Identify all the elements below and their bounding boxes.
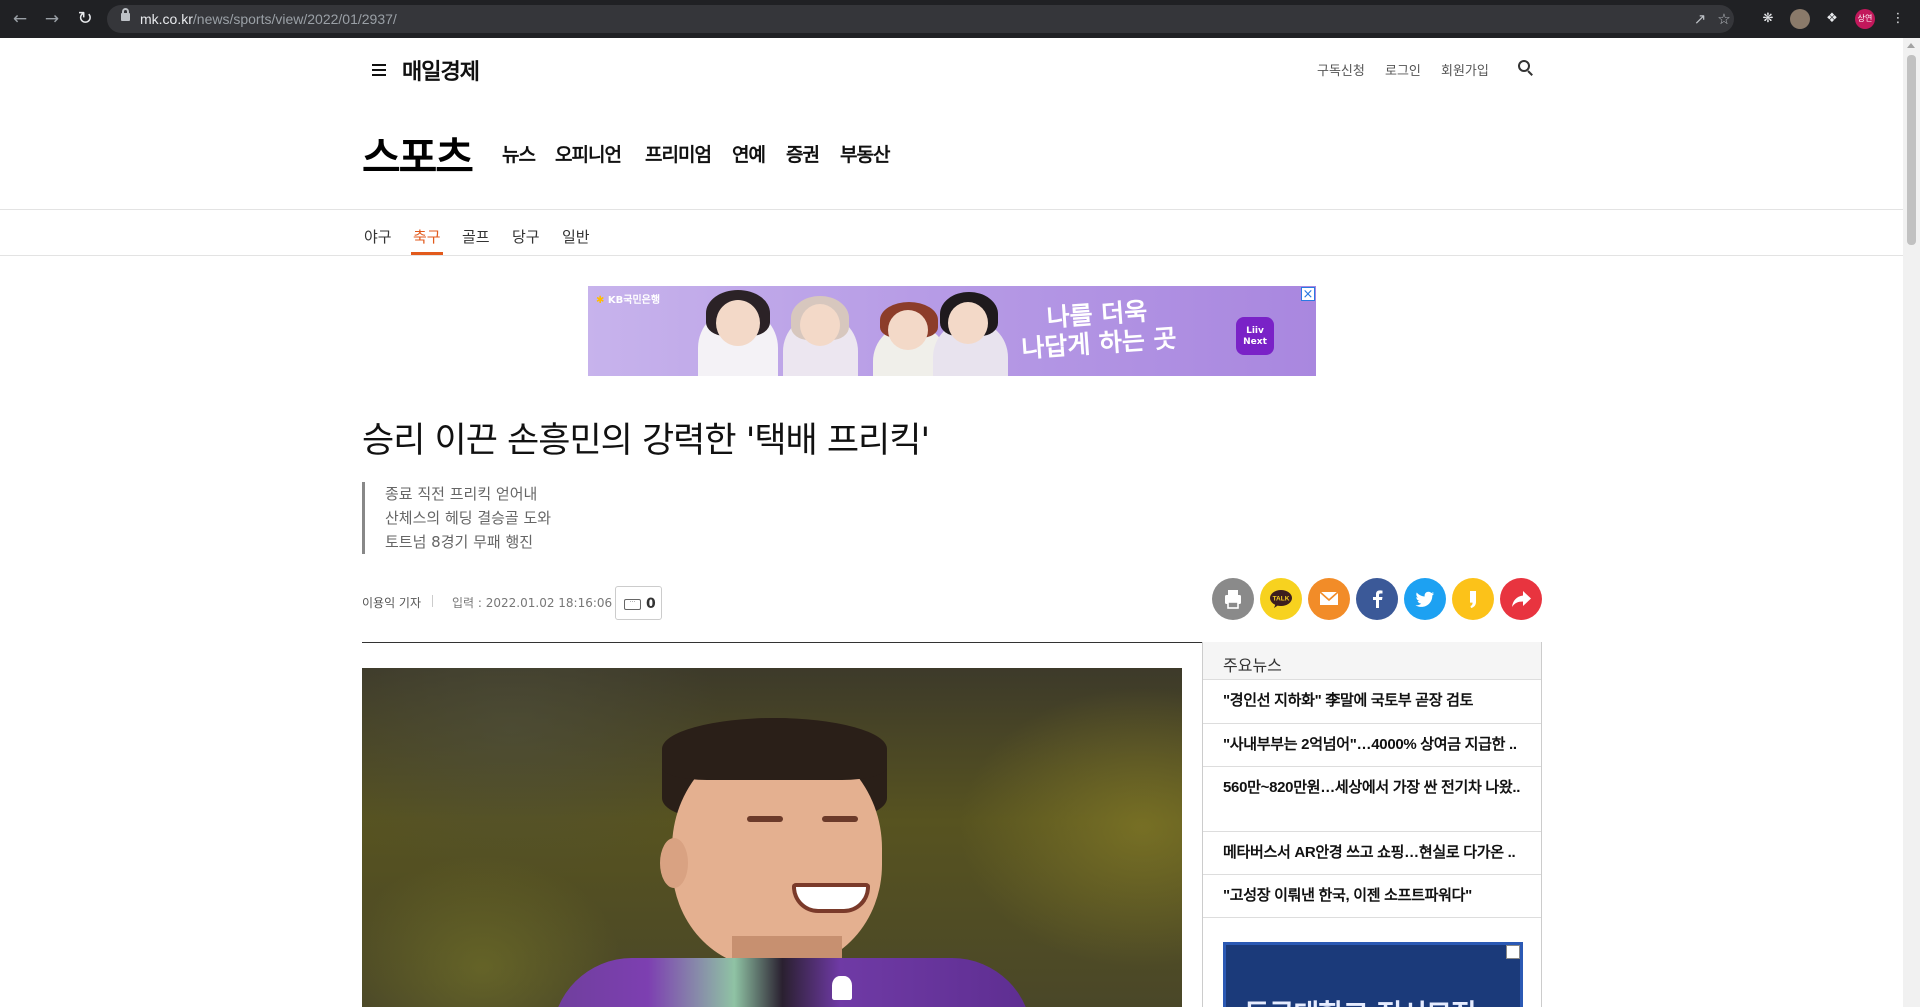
- summary-line: 종료 직전 프리킥 얻어내: [385, 485, 538, 503]
- sidebar-title: 주요뉴스: [1203, 642, 1541, 680]
- extension-avatar-icon[interactable]: [1790, 9, 1810, 29]
- extension-gear-icon[interactable]: ❋: [1758, 9, 1778, 29]
- sidebar-ad-text: 동국대학교 정시모집: [1244, 993, 1477, 1007]
- facebook-share-button[interactable]: [1356, 578, 1398, 620]
- url-text[interactable]: mk.co.kr/news/sports/view/2022/01/2937/: [140, 11, 397, 27]
- twitter-share-button[interactable]: [1404, 578, 1446, 620]
- publish-date: 입력 : 2022.01.02 18:16:06: [452, 596, 613, 610]
- sidebar-advertisement[interactable]: 동국대학교 정시모집: [1223, 942, 1523, 1007]
- news-list: "경인선 지하화" 李말에 국토부 곧장 검토 "사내부부는 2억넘어"…400…: [1203, 680, 1541, 918]
- article-photo: [362, 668, 1182, 1007]
- page-scrollbar[interactable]: [1903, 38, 1920, 1007]
- ad-close-icon[interactable]: [1506, 945, 1520, 959]
- section-nav-stocks[interactable]: 증권: [786, 140, 820, 167]
- kakaostory-icon: [1470, 591, 1476, 608]
- subnav-football[interactable]: 축구: [413, 226, 441, 247]
- news-item[interactable]: "경인선 지하화" 李말에 국토부 곧장 검토: [1203, 680, 1541, 724]
- address-bar[interactable]: mk.co.kr/news/sports/view/2022/01/2937/ …: [107, 5, 1734, 33]
- section-nav-opinion[interactable]: 오피니언: [555, 140, 622, 167]
- scrollbar-thumb[interactable]: [1907, 55, 1916, 245]
- print-icon: [1225, 590, 1241, 609]
- scroll-up-arrow-icon[interactable]: [1907, 43, 1915, 48]
- kakaotalk-share-button[interactable]: TALK: [1260, 578, 1302, 620]
- browser-menu-icon[interactable]: ⋮: [1888, 9, 1908, 29]
- reporter-name[interactable]: 이용익 기자: [362, 594, 421, 611]
- share-icon: [1512, 591, 1531, 607]
- kakaostory-share-button[interactable]: [1452, 578, 1494, 620]
- subscribe-link[interactable]: 구독신청: [1317, 60, 1365, 79]
- global-header: 매일경제 구독신청 로그인 회원가입: [362, 52, 1542, 92]
- summary-line: 토트넘 8경기 무패 행진: [385, 533, 534, 551]
- section-nav-premium[interactable]: 프리미엄: [645, 140, 712, 167]
- kb-bank-logo: ✱ KB국민은행: [596, 295, 661, 306]
- divider: [0, 255, 1903, 256]
- browser-toolbar: ← → ↻ mk.co.kr/news/sports/view/2022/01/…: [0, 0, 1920, 38]
- ad-close-icon[interactable]: ×: [1301, 287, 1315, 302]
- search-icon[interactable]: [1518, 60, 1534, 76]
- print-button[interactable]: [1212, 578, 1254, 620]
- subnav-billiards[interactable]: 당구: [512, 226, 540, 247]
- email-icon: [1319, 591, 1339, 605]
- login-link[interactable]: 로그인: [1385, 60, 1421, 79]
- forward-arrow-icon[interactable]: →: [42, 9, 62, 29]
- hamburger-menu-icon[interactable]: [372, 64, 386, 76]
- svg-text:TALK: TALK: [1273, 596, 1290, 603]
- comment-count: 0: [646, 596, 656, 612]
- main-news-sidebar: 주요뉴스 "경인선 지하화" 李말에 국토부 곧장 검토 "사내부부는 2억넘어…: [1202, 642, 1542, 1007]
- divider: [0, 209, 1903, 210]
- lock-icon[interactable]: [121, 8, 130, 21]
- share-page-icon[interactable]: ↗: [1691, 10, 1709, 28]
- summary-line: 산체스의 헤딩 결승골 도와: [385, 509, 552, 527]
- article-headline: 승리 이끈 손흥민의 강력한 '택배 프리킥': [362, 421, 930, 461]
- subnav-general[interactable]: 일반: [562, 226, 590, 247]
- url-path: /news/sports/view/2022/01/2937/: [192, 11, 397, 27]
- extensions-puzzle-icon[interactable]: ❖: [1822, 9, 1842, 29]
- liiv-next-logo: Liiv Next: [1236, 317, 1274, 355]
- kb-bank-name: KB국민은행: [607, 295, 661, 306]
- subnav-baseball[interactable]: 야구: [364, 226, 392, 247]
- profile-avatar[interactable]: 상연: [1855, 9, 1875, 29]
- comment-count-button[interactable]: ··· 0: [615, 586, 662, 620]
- news-item[interactable]: 560만~820만원…세상에서 가장 싼 전기차 나왔..: [1203, 767, 1541, 832]
- twitter-icon: [1415, 591, 1434, 607]
- kakaotalk-icon: TALK: [1270, 590, 1292, 608]
- share-more-button[interactable]: [1500, 578, 1542, 620]
- section-header: 스포츠 뉴스 오피니언 프리미엄 연예 증권 부동산: [362, 124, 1542, 182]
- section-nav-realestate[interactable]: 부동산: [840, 140, 890, 167]
- email-share-button[interactable]: [1308, 578, 1350, 620]
- bookmark-star-icon[interactable]: ☆: [1715, 10, 1733, 28]
- news-item[interactable]: "사내부부는 2억넘어"…4000% 상여금 지급한 ..: [1203, 724, 1541, 767]
- news-item[interactable]: "고성장 이뤄낸 한국, 이젠 소프트파워다": [1203, 875, 1541, 918]
- reload-icon[interactable]: ↻: [75, 9, 95, 29]
- signup-link[interactable]: 회원가입: [1441, 60, 1489, 79]
- sub-navigation: 야구 축구 골프 당구 일반: [362, 226, 1542, 256]
- article-summary: 종료 직전 프리킥 얻어내 산체스의 헤딩 결승골 도와 토트넘 8경기 무패 …: [362, 482, 551, 554]
- section-nav-news[interactable]: 뉴스: [502, 140, 536, 167]
- subnav-golf[interactable]: 골프: [462, 226, 490, 247]
- url-host: mk.co.kr: [140, 11, 193, 27]
- ad-headline: 나를 더욱 나답게 하는 곳: [1020, 296, 1178, 364]
- section-nav-entertainment[interactable]: 연예: [732, 140, 766, 167]
- facebook-icon: [1373, 590, 1383, 608]
- section-title[interactable]: 스포츠: [362, 124, 474, 185]
- back-arrow-icon[interactable]: ←: [10, 9, 30, 29]
- divider: [432, 595, 433, 607]
- site-logo[interactable]: 매일경제: [402, 54, 480, 86]
- advertisement-banner[interactable]: ✱ KB국민은행 나를 더욱 나답게 하는 곳 Liiv Next ×: [588, 286, 1316, 376]
- news-item[interactable]: 메타버스서 AR안경 쓰고 쇼핑…현실로 다가온 ..: [1203, 832, 1541, 875]
- comment-bubble-icon: ···: [624, 599, 641, 610]
